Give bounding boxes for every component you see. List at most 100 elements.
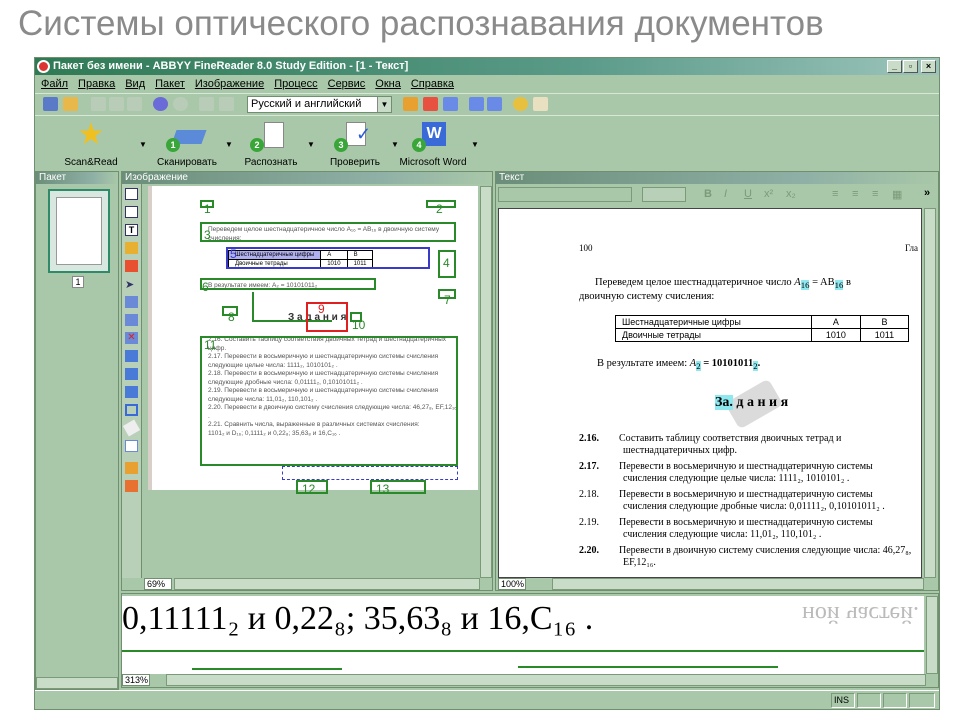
more-button[interactable]: » [924, 187, 930, 199]
block-7[interactable]: 7 [438, 289, 456, 307]
help-icon[interactable] [533, 97, 548, 111]
new-batch-icon[interactable] [43, 97, 58, 111]
add-column-icon[interactable] [125, 368, 138, 380]
block-1[interactable]: 1 [200, 200, 214, 216]
block-13[interactable]: 13 [370, 480, 426, 496]
two-pane-icon[interactable] [469, 97, 484, 111]
text-vscrollbar[interactable] [924, 208, 936, 578]
reorder-icon[interactable] [125, 314, 138, 326]
maximize-button[interactable]: ▫ [903, 60, 918, 73]
language-select[interactable]: Русский и английский ▼ [247, 96, 392, 113]
align-right-icon[interactable]: ≡ [872, 188, 878, 200]
image-vscrollbar[interactable] [480, 186, 492, 578]
block-3[interactable]: 3 [200, 222, 456, 242]
image-zoom[interactable]: 69% [144, 578, 172, 590]
block-6[interactable]: 6 [200, 278, 376, 294]
block-8[interactable]: 8 [222, 306, 238, 324]
image-hscrollbar[interactable] [174, 578, 480, 590]
text: 8 [228, 310, 235, 324]
grid-view-icon[interactable] [487, 97, 502, 111]
block-5-table[interactable]: 5 [226, 247, 430, 269]
copy-icon[interactable] [109, 97, 124, 111]
font-select[interactable] [498, 187, 632, 202]
delete-block-icon[interactable]: ✕ [125, 332, 138, 344]
subscript-button[interactable]: x₂ [786, 188, 796, 200]
cut-icon[interactable] [91, 97, 106, 111]
menu-file[interactable]: Файл [41, 75, 68, 93]
table-block-icon[interactable] [125, 242, 138, 254]
block-12[interactable]: 12 [296, 480, 328, 496]
menu-help[interactable]: Справка [411, 75, 454, 93]
crop-icon[interactable] [125, 404, 138, 416]
page-up-icon[interactable] [199, 97, 214, 111]
block-9[interactable]: 9 [306, 302, 348, 332]
block-10[interactable]: 10 [350, 312, 365, 332]
scan-label: Сканировать [157, 157, 217, 168]
underline-button[interactable]: U [744, 188, 752, 200]
image-view-icon[interactable] [403, 97, 418, 111]
page-thumbnail[interactable] [48, 189, 110, 273]
menu-tools[interactable]: Сервис [328, 75, 366, 93]
packet-hscrollbar[interactable] [36, 677, 118, 689]
image-block-icon[interactable] [125, 260, 138, 272]
text-block-icon[interactable]: T [125, 224, 138, 236]
page-down-icon[interactable] [219, 97, 234, 111]
menu-view[interactable]: Вид [125, 75, 145, 93]
scan-button[interactable]: 1 Сканировать [147, 118, 227, 168]
scan-and-read-button[interactable]: ★ Scan&Read [51, 118, 131, 169]
text-view-icon[interactable] [443, 97, 458, 111]
open-folder-icon[interactable] [63, 97, 78, 111]
zoom-block-icon[interactable] [125, 296, 138, 308]
menu-process[interactable]: Процесс [274, 75, 317, 93]
text-hscrollbar[interactable] [552, 578, 924, 590]
text-zoom[interactable]: 100% [498, 578, 526, 590]
image-import-icon[interactable] [125, 480, 138, 492]
recognize-dropdown[interactable]: ▼ [307, 140, 315, 149]
minimize-button[interactable]: _ [887, 60, 902, 73]
step-1-badge: 1 [166, 138, 180, 152]
zoom-hscrollbar[interactable] [166, 674, 926, 686]
scan-and-read-dropdown[interactable]: ▼ [139, 140, 147, 149]
menu-image[interactable]: Изображение [195, 75, 264, 93]
image-export-icon[interactable] [125, 462, 138, 474]
block-2[interactable]: 2 [426, 200, 456, 216]
superscript-button[interactable]: x² [764, 188, 773, 200]
menu-edit[interactable]: Правка [78, 75, 115, 93]
options-icon[interactable] [513, 97, 528, 111]
block-4[interactable]: 4 [438, 250, 456, 278]
redo-icon[interactable] [173, 97, 188, 111]
menu-bar: Файл Правка Вид Пакет Изображение Процес… [35, 75, 939, 93]
select-area-icon[interactable] [125, 188, 138, 200]
align-left-icon[interactable]: ≡ [832, 188, 838, 200]
check-button[interactable]: ✓ 3 Проверить [315, 118, 395, 168]
paste-icon[interactable] [127, 97, 142, 111]
italic-button[interactable]: I [724, 188, 727, 200]
align-center-icon[interactable]: ≡ [852, 188, 858, 200]
recognize-button[interactable]: 2 Распознать [231, 118, 311, 168]
zoom-level[interactable]: 313% [122, 674, 150, 686]
menu-batch[interactable]: Пакет [155, 75, 185, 93]
block-11[interactable]: 11 [200, 336, 458, 466]
add-row-icon[interactable] [125, 350, 138, 362]
pointer-icon[interactable]: ➤ [125, 278, 138, 291]
chevron-down-icon[interactable]: ▼ [377, 97, 391, 112]
word-dropdown[interactable]: ▼ [471, 140, 479, 149]
size-select[interactable] [642, 187, 686, 202]
eraser-icon[interactable] [122, 419, 141, 437]
microsoft-word-button[interactable]: W4 Microsoft Word [393, 118, 473, 168]
page-props-icon[interactable] [125, 440, 138, 452]
text-editor[interactable]: 100 Гла Переведем целое шестнадцатерично… [498, 208, 922, 578]
merge-cells-icon[interactable] [125, 386, 138, 398]
close-button[interactable]: × [921, 60, 936, 73]
text: д а н и я [732, 395, 789, 410]
justify-icon[interactable]: ▦ [892, 188, 902, 201]
menu-windows[interactable]: Окна [375, 75, 401, 93]
format-toolbar: B I U x² x₂ ≡ ≡ ≡ ▦ » [496, 184, 938, 206]
undo-icon[interactable] [153, 97, 168, 111]
picture-block-icon[interactable] [125, 206, 138, 218]
selected-line[interactable] [282, 466, 458, 480]
zoom-vscrollbar[interactable] [926, 596, 938, 674]
task-item: 2.17. Перевести в восьмеричную и шестнадц… [579, 461, 919, 485]
bold-button[interactable]: B [704, 188, 712, 200]
image-text-view-icon[interactable] [423, 97, 438, 111]
